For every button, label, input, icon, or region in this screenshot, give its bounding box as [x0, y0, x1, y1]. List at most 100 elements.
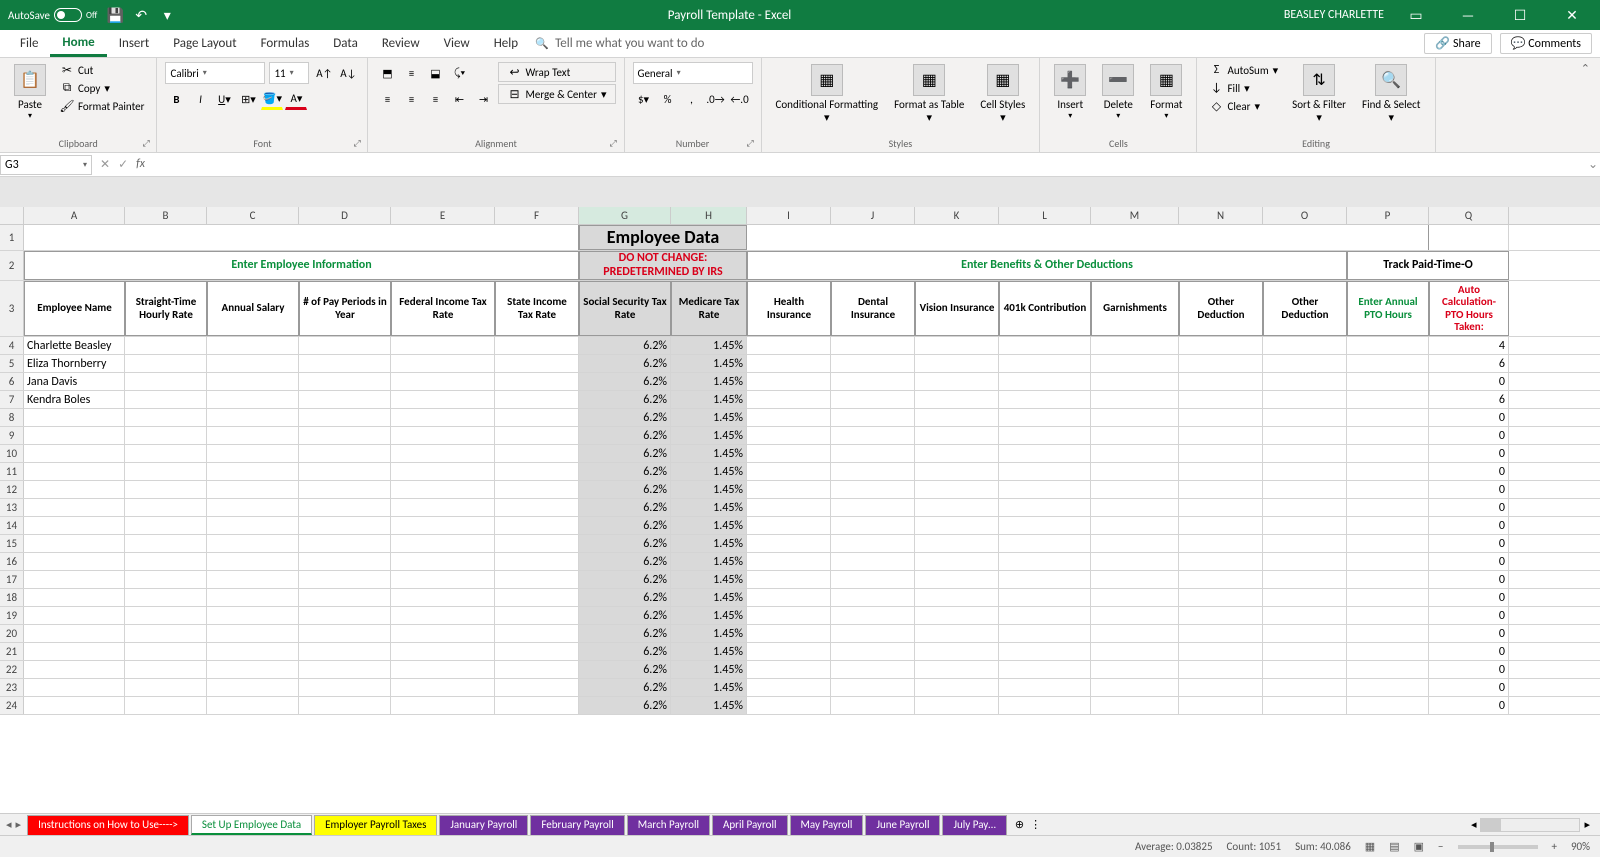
header-cell[interactable]: Dental Insurance	[831, 281, 915, 336]
cell[interactable]	[1179, 571, 1263, 588]
cell[interactable]	[999, 643, 1091, 660]
col-N[interactable]: N	[1179, 207, 1263, 224]
cell[interactable]: 1.45%	[671, 481, 747, 498]
cell[interactable]	[831, 463, 915, 480]
align-left-icon[interactable]: ≡	[376, 88, 398, 110]
cell[interactable]	[1091, 481, 1179, 498]
cell[interactable]: 1.45%	[671, 517, 747, 534]
col-K[interactable]: K	[915, 207, 999, 224]
cell[interactable]	[125, 373, 207, 390]
currency-icon[interactable]: $▾	[633, 88, 655, 110]
col-L[interactable]: L	[999, 207, 1091, 224]
cell[interactable]	[999, 337, 1091, 354]
font-color-button[interactable]: A▾	[285, 88, 307, 110]
cell[interactable]	[1179, 499, 1263, 516]
cell[interactable]: Eliza Thornberry	[24, 355, 125, 372]
cell[interactable]	[207, 679, 299, 696]
cell[interactable]	[999, 355, 1091, 372]
view-normal-icon[interactable]: ▦	[1365, 840, 1375, 853]
undo-icon[interactable]: ↶	[133, 7, 149, 23]
cell[interactable]	[1263, 553, 1347, 570]
cell[interactable]	[1179, 409, 1263, 426]
cell[interactable]	[299, 571, 391, 588]
cell[interactable]	[1091, 607, 1179, 624]
cell[interactable]: 0	[1429, 643, 1509, 660]
cell[interactable]	[1347, 481, 1429, 498]
cell[interactable]: 1.45%	[671, 409, 747, 426]
cell[interactable]	[299, 391, 391, 408]
cell[interactable]: 1.45%	[671, 697, 747, 714]
cell[interactable]	[391, 481, 495, 498]
cell[interactable]	[831, 445, 915, 462]
sheet-tab[interactable]: April Payroll	[712, 815, 788, 835]
cell[interactable]: 0	[1429, 661, 1509, 678]
sheet-nav-next-icon[interactable]: ▸	[16, 818, 22, 831]
cell[interactable]	[391, 625, 495, 642]
cell[interactable]	[1347, 409, 1429, 426]
cell[interactable]: 1.45%	[671, 589, 747, 606]
border-button[interactable]: ⊞▾	[237, 88, 259, 110]
col-Q[interactable]: Q	[1429, 207, 1509, 224]
cell[interactable]	[1263, 391, 1347, 408]
close-icon[interactable]: ✕	[1552, 7, 1592, 24]
cell[interactable]: 6.2%	[579, 697, 671, 714]
cell[interactable]	[1263, 373, 1347, 390]
cell[interactable]	[999, 463, 1091, 480]
cell[interactable]	[1263, 481, 1347, 498]
cell[interactable]: 6.2%	[579, 535, 671, 552]
header-cell[interactable]: Auto Calculation- PTO Hours Taken:	[1429, 281, 1509, 336]
cell[interactable]	[1347, 445, 1429, 462]
cell[interactable]	[747, 679, 831, 696]
cell[interactable]	[831, 373, 915, 390]
name-box[interactable]: G3	[0, 155, 92, 175]
cell[interactable]: 0	[1429, 571, 1509, 588]
cell[interactable]	[207, 427, 299, 444]
align-right-icon[interactable]: ≡	[424, 88, 446, 110]
cell[interactable]	[125, 517, 207, 534]
cell[interactable]	[299, 589, 391, 606]
conditional-formatting-button[interactable]: ▦Conditional Formatting ▾	[770, 62, 885, 126]
cell[interactable]	[125, 697, 207, 714]
col-J[interactable]: J	[831, 207, 915, 224]
cell[interactable]	[1347, 427, 1429, 444]
sheet-tab[interactable]: January Payroll	[439, 815, 528, 835]
cell[interactable]: 0	[1429, 679, 1509, 696]
zoom-in-icon[interactable]: +	[1552, 840, 1557, 853]
cell[interactable]	[495, 517, 579, 534]
sheet-tab[interactable]: July Pay…	[942, 815, 1006, 835]
cell[interactable]	[915, 463, 999, 480]
cell[interactable]	[747, 607, 831, 624]
cell[interactable]	[747, 589, 831, 606]
cell[interactable]	[915, 409, 999, 426]
align-top-icon[interactable]: ⬒	[376, 62, 398, 84]
formula-input[interactable]	[159, 155, 1586, 175]
header-cell[interactable]: Health Insurance	[747, 281, 831, 336]
cell[interactable]: 0	[1429, 553, 1509, 570]
cell[interactable]	[1179, 373, 1263, 390]
merge-center-button[interactable]: ⊟Merge & Center ▾	[498, 84, 615, 104]
cell[interactable]	[495, 337, 579, 354]
cell[interactable]	[915, 355, 999, 372]
cell[interactable]	[1263, 643, 1347, 660]
cell[interactable]	[747, 643, 831, 660]
font-launcher-icon[interactable]: ⤢	[353, 138, 365, 150]
cell[interactable]	[125, 589, 207, 606]
cell[interactable]	[299, 427, 391, 444]
cell[interactable]: 6	[1429, 355, 1509, 372]
cell[interactable]: 0	[1429, 517, 1509, 534]
cell[interactable]	[999, 517, 1091, 534]
cell[interactable]	[299, 481, 391, 498]
header-cell[interactable]: Employee Name	[24, 281, 125, 336]
cell[interactable]	[831, 697, 915, 714]
autosave-toggle[interactable]: AutoSave Off	[8, 8, 97, 22]
view-page-layout-icon[interactable]: ▤	[1389, 840, 1399, 853]
header-cell[interactable]: Straight-Time Hourly Rate	[125, 281, 207, 336]
cell[interactable]	[24, 517, 125, 534]
cell[interactable]	[495, 391, 579, 408]
cell[interactable]	[999, 553, 1091, 570]
cell[interactable]	[125, 427, 207, 444]
cell[interactable]	[207, 571, 299, 588]
cell[interactable]	[831, 571, 915, 588]
cell[interactable]	[299, 463, 391, 480]
cell[interactable]	[125, 553, 207, 570]
